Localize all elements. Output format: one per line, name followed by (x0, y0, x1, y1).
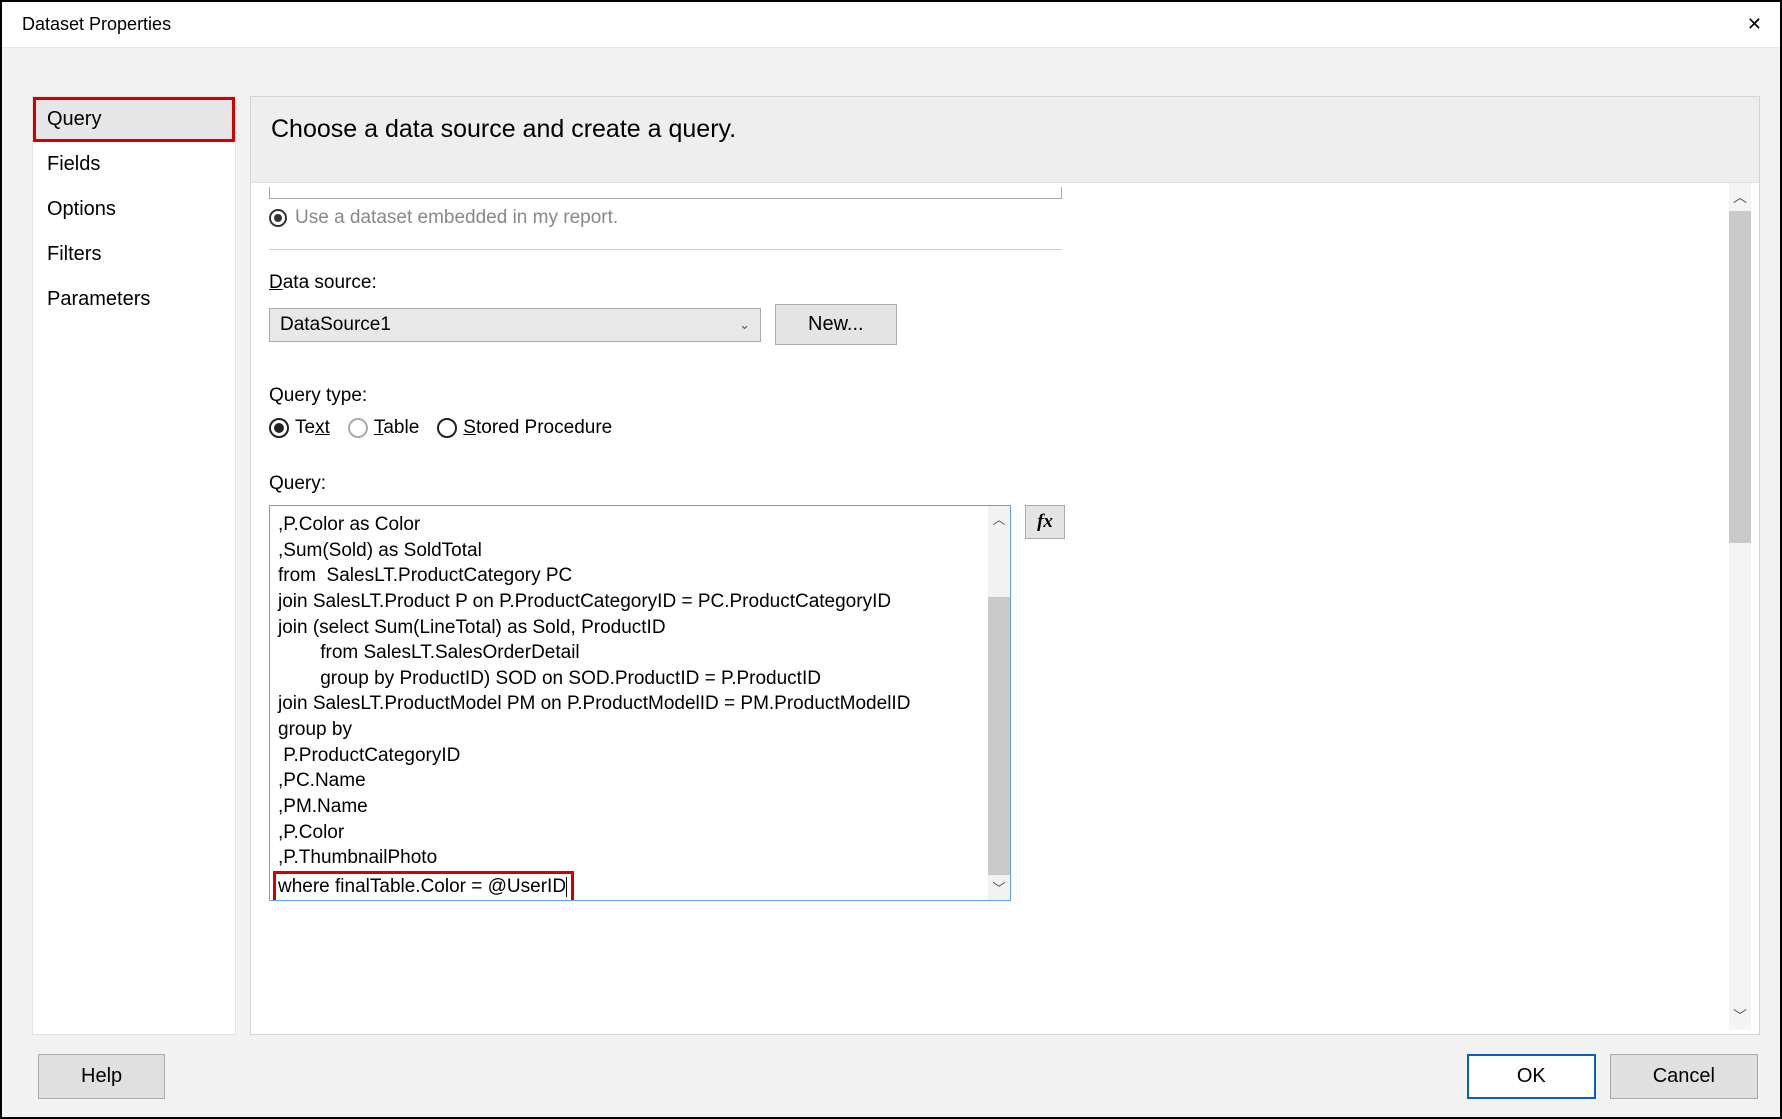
query-type-table[interactable]: Table (348, 417, 419, 439)
query-text-content: ,P.Color as Color ,Sum(Sold) as SoldTota… (270, 506, 988, 900)
dialog-window: Dataset Properties ✕ Query Fields Option… (0, 0, 1782, 1119)
body-area: Query Fields Options Filters Parameters … (2, 48, 1780, 1035)
query-label: Query: (269, 473, 1719, 495)
sidebar-item-fields[interactable]: Fields (33, 142, 235, 187)
expression-fx-button[interactable]: fx (1025, 505, 1065, 539)
radio-icon (269, 209, 287, 227)
scroll-down-icon[interactable]: ﹀ (1733, 1002, 1747, 1030)
embedded-dataset-label: Use a dataset embedded in my report. (295, 207, 618, 229)
content-body: Use a dataset embedded in my report. Dat… (251, 183, 1759, 1034)
close-icon[interactable]: ✕ (1747, 14, 1762, 35)
scroll-track[interactable] (1729, 211, 1751, 1002)
sidebar-item-filters[interactable]: Filters (33, 232, 235, 277)
query-scrollbar[interactable]: ︿ ﹀ (988, 506, 1010, 900)
form-area: Use a dataset embedded in my report. Dat… (263, 183, 1729, 1030)
query-textarea[interactable]: ,P.Color as Color ,Sum(Sold) as SoldTota… (269, 505, 1011, 901)
query-type-label: Query type: (269, 385, 1719, 407)
embedded-dataset-option[interactable]: Use a dataset embedded in my report. (269, 207, 1719, 229)
content-header: Choose a data source and create a query. (251, 97, 1759, 183)
dataset-name-input-cutoff[interactable] (269, 187, 1062, 199)
radio-icon (269, 418, 289, 438)
scroll-up-icon[interactable]: ︿ (1733, 183, 1747, 211)
data-source-label: Data source: (269, 272, 1719, 294)
data-source-value: DataSource1 (280, 314, 391, 336)
radio-icon (437, 418, 457, 438)
window-title: Dataset Properties (22, 14, 171, 35)
new-data-source-button[interactable]: New... (775, 304, 897, 345)
query-type-text[interactable]: Text (269, 417, 330, 439)
scroll-thumb[interactable] (988, 597, 1010, 875)
scroll-up-icon[interactable]: ︿ (992, 506, 1005, 531)
panel-scrollbar[interactable]: ︿ ﹀ (1729, 183, 1751, 1030)
data-source-combobox[interactable]: DataSource1 ⌄ (269, 308, 761, 342)
ok-button[interactable]: OK (1467, 1054, 1596, 1099)
radio-icon (348, 418, 368, 438)
query-type-stored-procedure[interactable]: Stored Procedure (437, 417, 612, 439)
cancel-button[interactable]: Cancel (1610, 1054, 1758, 1099)
content-panel: Choose a data source and create a query.… (250, 96, 1760, 1035)
sidebar-item-query[interactable]: Query (33, 97, 235, 142)
sidebar-item-parameters[interactable]: Parameters (33, 277, 235, 322)
scroll-track[interactable] (988, 531, 1010, 875)
chevron-down-icon: ⌄ (739, 317, 750, 333)
sidebar-item-options[interactable]: Options (33, 187, 235, 232)
title-bar: Dataset Properties ✕ (2, 2, 1780, 48)
sidebar: Query Fields Options Filters Parameters (32, 96, 236, 1035)
scroll-down-icon[interactable]: ﹀ (992, 875, 1005, 900)
dialog-footer: Help OK Cancel (2, 1035, 1780, 1117)
query-highlight-where-clause: where finalTable.Color = @UserID (273, 871, 574, 900)
help-button[interactable]: Help (38, 1054, 165, 1099)
divider (269, 249, 1062, 250)
scroll-thumb[interactable] (1729, 211, 1751, 543)
query-type-radios: Text Table Stored Procedure (269, 417, 1719, 439)
page-title: Choose a data source and create a query. (271, 115, 1739, 144)
